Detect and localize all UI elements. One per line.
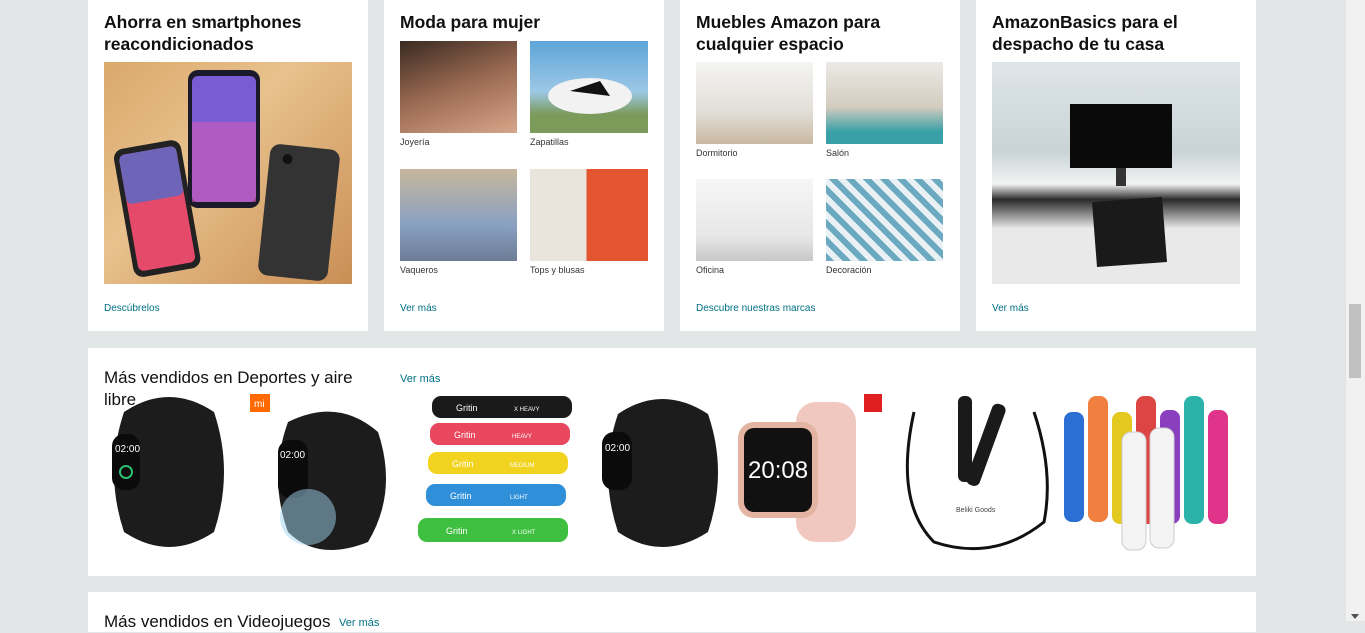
- band-label: Gritin: [454, 430, 476, 440]
- scrollbar-thumb[interactable]: [1349, 304, 1361, 378]
- brand-logo: mi: [254, 399, 265, 410]
- jeans-image[interactable]: [400, 169, 517, 261]
- product-smartwatch[interactable]: 20:08: [736, 392, 886, 552]
- see-more-link[interactable]: Ver más: [992, 303, 1029, 314]
- see-more-link[interactable]: Ver más: [400, 303, 437, 314]
- category-label[interactable]: Vaqueros: [400, 265, 438, 275]
- band-label: Gritin: [452, 459, 474, 469]
- bestsellers-videogames: Más vendidos en Videojuegos Ver más: [88, 592, 1256, 632]
- watch-screen: 20:08: [748, 457, 808, 484]
- card-title: Ahorra en smartphones reacondicionados: [104, 12, 302, 54]
- see-more-link[interactable]: Ver más: [400, 373, 440, 385]
- card-title: Muebles Amazon para cualquier espacio: [696, 12, 881, 54]
- category-label[interactable]: Oficina: [696, 265, 724, 275]
- band-label: Gritin: [446, 526, 468, 536]
- band-level: MEDIUM: [510, 463, 534, 469]
- band-screen: 02:00: [115, 444, 140, 455]
- band-level: HEAVY: [512, 434, 532, 440]
- bedroom-image[interactable]: [696, 62, 813, 144]
- bestsellers-sports: Más vendidos en Deportes y aire libre Ve…: [88, 348, 1256, 576]
- product-jump-rope[interactable]: Beliki Goods: [894, 392, 1054, 552]
- smartphones-image[interactable]: [104, 62, 352, 284]
- band-label: Gritin: [456, 403, 478, 413]
- category-label[interactable]: Joyería: [400, 137, 430, 147]
- jewelry-image[interactable]: [400, 41, 517, 133]
- band-level: LIGHT: [510, 495, 528, 501]
- section-title: Más vendidos en Videojuegos: [104, 612, 331, 631]
- decoration-image[interactable]: [826, 179, 943, 261]
- product-smart-band[interactable]: 02:00: [104, 392, 234, 552]
- card-title: Moda para mujer: [400, 12, 541, 32]
- discover-link[interactable]: Descúbrelos: [104, 303, 160, 314]
- card-women-fashion: Moda para mujer Joyería Zapatillas Vaque…: [384, 0, 664, 331]
- tops-image[interactable]: [530, 169, 648, 261]
- scroll-down-arrow-icon[interactable]: [1351, 614, 1359, 619]
- band-screen: 02:00: [280, 450, 305, 461]
- category-label[interactable]: Dormitorio: [696, 148, 738, 158]
- product-mi-band[interactable]: mi 02:00: [248, 392, 408, 552]
- card-furniture: Muebles Amazon para cualquier espacio Do…: [680, 0, 960, 331]
- category-label[interactable]: Decoración: [826, 265, 872, 275]
- category-label[interactable]: Salón: [826, 148, 849, 158]
- band-level: X HEAVY: [514, 407, 540, 413]
- brand-label: Beliki Goods: [956, 507, 996, 514]
- card-amazonbasics: AmazonBasics para el despacho de tu casa…: [976, 0, 1256, 331]
- see-more-link[interactable]: Ver más: [339, 617, 379, 629]
- category-label[interactable]: Zapatillas: [530, 137, 569, 147]
- band-level: X LIGHT: [512, 530, 536, 536]
- sneakers-image[interactable]: [530, 41, 648, 133]
- category-label[interactable]: Tops y blusas: [530, 265, 585, 275]
- band-label: Gritin: [450, 491, 472, 501]
- card-title: AmazonBasics para el despacho de tu casa: [992, 12, 1178, 54]
- home-office-image[interactable]: [992, 62, 1240, 284]
- product-water-bottles[interactable]: [1060, 392, 1242, 552]
- living-room-image[interactable]: [826, 62, 943, 144]
- discover-brands-link[interactable]: Descubre nuestras marcas: [696, 303, 816, 314]
- card-smartphones: Ahorra en smartphones reacondicionados D…: [88, 0, 368, 331]
- product-resistance-bands[interactable]: Gritin Gritin Gritin Gritin Gritin X HEA…: [416, 392, 588, 552]
- product-smart-band-2[interactable]: 02:00: [596, 392, 728, 552]
- office-image[interactable]: [696, 179, 813, 261]
- band-screen: 02:00: [605, 443, 630, 454]
- scrollbar[interactable]: [1346, 0, 1365, 621]
